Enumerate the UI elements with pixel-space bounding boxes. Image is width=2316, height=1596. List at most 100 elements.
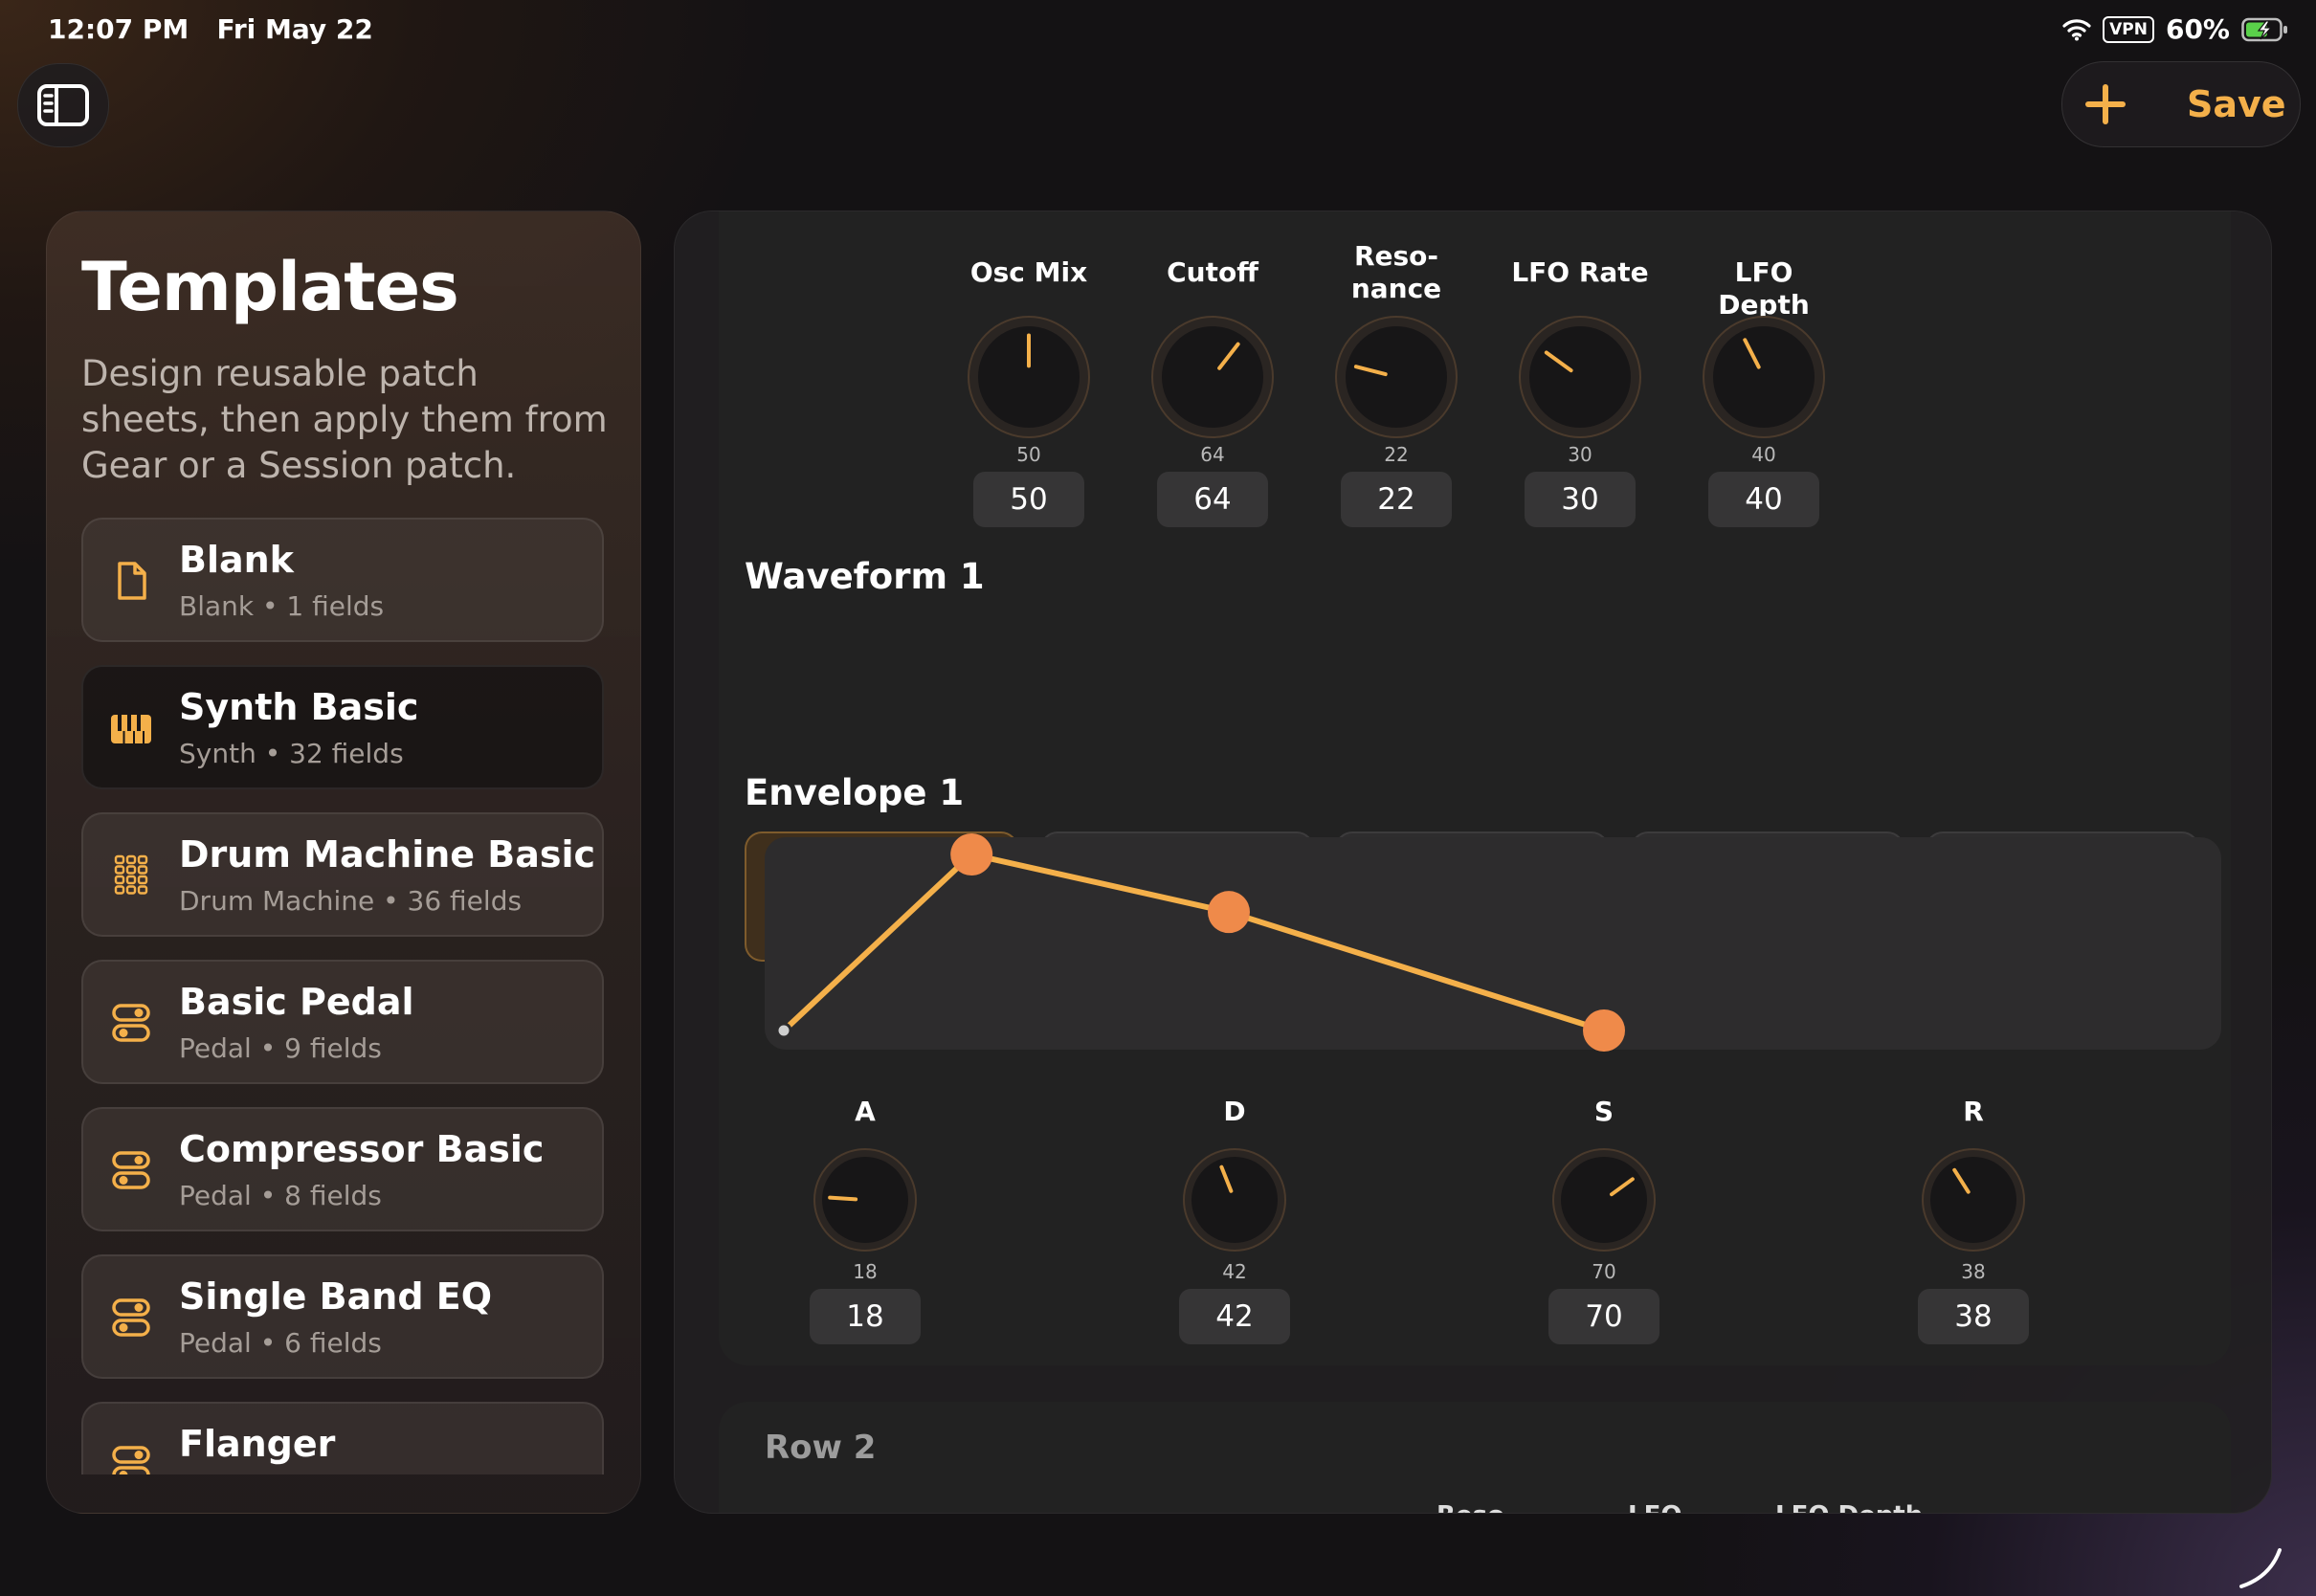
knob-label: S [1593, 1096, 1615, 1127]
waveform-title: Waveform 1 [745, 556, 985, 597]
document-icon [118, 562, 146, 600]
template-card[interactable]: Drum Machine Basic Drum Machine • 36 fie… [81, 812, 604, 937]
template-card[interactable]: Flanger [81, 1402, 604, 1474]
status-indicators: VPN 60% [2062, 13, 2289, 45]
toggles-icon [112, 1004, 150, 1042]
toolbar-actions: Save [2061, 61, 2301, 147]
row-2-title: Row 2 [765, 1429, 877, 1467]
template-meta: Pedal • 8 fields [179, 1180, 382, 1211]
knob-dial[interactable] [1150, 315, 1275, 439]
template-name: Flanger [179, 1423, 336, 1465]
knob-value-field[interactable]: 70 [1548, 1289, 1659, 1344]
status-time: 12:07 PM Fri May 22 [48, 13, 373, 45]
template-name: Drum Machine Basic [179, 833, 596, 876]
knob-dial[interactable] [1921, 1147, 2026, 1252]
template-meta: Pedal • 9 fields [179, 1032, 382, 1064]
piano-keys-icon [111, 715, 151, 743]
knob-value-small: 18 [853, 1260, 878, 1283]
template-name: Single Band EQ [179, 1275, 493, 1318]
knob-dial[interactable] [1551, 1147, 1657, 1252]
knob-label: D [1223, 1096, 1246, 1127]
template-name: Basic Pedal [179, 981, 414, 1023]
vpn-badge: VPN [2103, 15, 2154, 43]
knob-label: Osc Mix [969, 256, 1088, 288]
knob-dial[interactable] [1702, 315, 1826, 439]
save-button[interactable]: Save [2187, 83, 2286, 125]
knob-label: Cutoff [1167, 256, 1258, 288]
knob-dial[interactable] [1334, 315, 1459, 439]
knob-label: A [855, 1096, 876, 1127]
template-meta: Drum Machine • 36 fields [179, 885, 523, 917]
knob-value-small: 64 [1200, 443, 1225, 466]
knob-value-small: 70 [1592, 1260, 1616, 1283]
plus-icon [2085, 84, 2126, 124]
envelope-handle-release[interactable] [1583, 1009, 1625, 1052]
template-list: Blank Blank • 1 fields Synth Basic Synth… [81, 518, 606, 1474]
envelope-curve [781, 852, 1605, 1033]
knob-value-field[interactable]: 50 [973, 472, 1084, 527]
envelope-handle-attack[interactable] [950, 833, 993, 876]
template-card[interactable]: Compressor Basic Pedal • 8 fields [81, 1107, 604, 1231]
toggles-icon [112, 1446, 150, 1474]
template-icon [108, 1147, 154, 1193]
knob-value-small: 30 [1568, 443, 1592, 466]
knob-label: Reso- nance [1350, 240, 1442, 304]
knob-value-field[interactable]: 38 [1918, 1289, 2029, 1344]
grid-icon [114, 854, 148, 895]
template-card[interactable]: Synth Basic Synth • 32 fields [81, 665, 604, 789]
template-editor: Osc Mix 50 50 Cutoff 64 64 Reso- nance 22 … [674, 211, 2272, 1514]
toggles-icon [112, 1151, 150, 1189]
knob-value-field[interactable]: 30 [1525, 472, 1636, 527]
sidebar-icon [37, 84, 89, 126]
knob-value-small: 50 [1016, 443, 1041, 466]
knob-value-field[interactable]: 18 [810, 1289, 921, 1344]
knob-value-small: 38 [1961, 1260, 1986, 1283]
knob-value-field[interactable]: 22 [1341, 472, 1452, 527]
knob-value-field[interactable]: 40 [1708, 472, 1819, 527]
status-bar: 12:07 PM Fri May 22 VPN 60% [0, 0, 2316, 61]
knob-dial[interactable] [967, 315, 1091, 439]
envelope-start-point [775, 1022, 792, 1039]
knob-value-small: 22 [1384, 443, 1409, 466]
knob-dial[interactable] [1518, 315, 1642, 439]
toggles-icon [112, 1298, 150, 1337]
knob-value-small: 40 [1751, 443, 1776, 466]
knob-label: LFO Depth [1718, 256, 1810, 321]
template-icon [108, 1295, 154, 1341]
template-card[interactable]: Blank Blank • 1 fields [81, 518, 604, 642]
knob-value-small: 42 [1222, 1260, 1247, 1283]
envelope-handle-decay[interactable] [1208, 891, 1250, 934]
row-2-peek-label: Reso- [1436, 1501, 1515, 1513]
template-card[interactable]: Single Band EQ Pedal • 6 fields [81, 1254, 604, 1379]
templates-description: Design reusable patch sheets, then apply… [81, 353, 608, 486]
row-2-card [719, 1402, 2231, 1513]
battery-charging-icon [2241, 17, 2287, 41]
knob-dial[interactable] [1182, 1147, 1287, 1252]
home-indicator [2239, 1548, 2282, 1588]
template-name: Blank [179, 539, 294, 581]
add-button[interactable] [2062, 62, 2149, 146]
knob-value-field[interactable]: 42 [1179, 1289, 1290, 1344]
template-meta: Synth • 32 fields [179, 738, 404, 769]
template-icon [108, 1442, 154, 1474]
knob-label: LFO Rate [1511, 256, 1649, 288]
row-2-peek-label: LFO [1628, 1501, 1681, 1513]
knob-label: R [1963, 1096, 1984, 1127]
battery-percent: 60% [2165, 13, 2230, 45]
template-name: Synth Basic [179, 686, 419, 728]
template-meta: Pedal • 6 fields [179, 1327, 382, 1359]
template-name: Compressor Basic [179, 1128, 545, 1170]
knob-dial[interactable] [813, 1147, 918, 1252]
template-meta: Blank • 1 fields [179, 590, 385, 622]
templates-sidebar: Templates Design reusable patch sheets, … [46, 211, 641, 1514]
template-icon [108, 558, 154, 604]
template-card[interactable]: Basic Pedal Pedal • 9 fields [81, 960, 604, 1084]
status-date: Fri May 22 [216, 13, 373, 45]
template-icon [108, 853, 154, 898]
envelope-title: Envelope 1 [745, 772, 965, 813]
knob-value-field[interactable]: 64 [1157, 472, 1268, 527]
template-icon [108, 705, 154, 751]
sidebar-toggle-button[interactable] [17, 63, 109, 147]
wifi-icon [2062, 18, 2091, 40]
envelope-graph[interactable] [765, 833, 2221, 1052]
